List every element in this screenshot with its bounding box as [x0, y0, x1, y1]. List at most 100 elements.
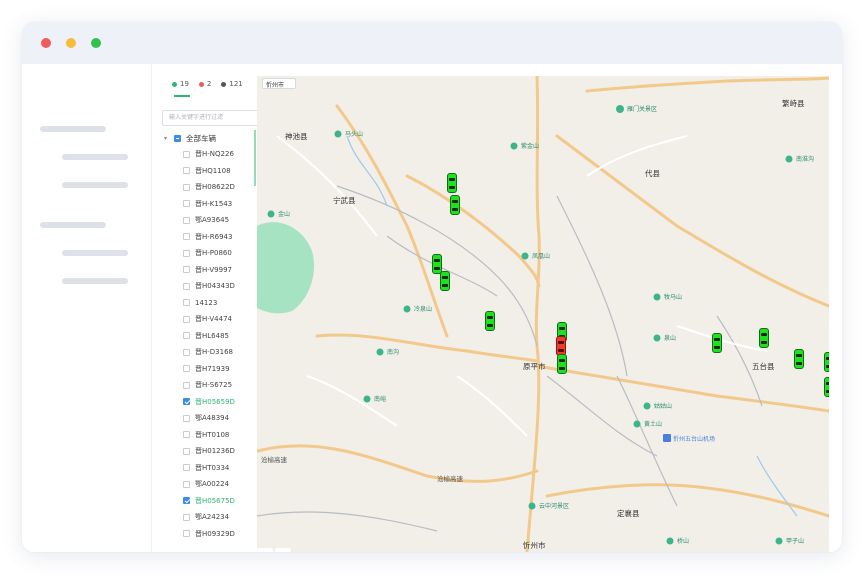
map-label: 南淮沟: [796, 155, 814, 163]
vehicle-tree-item[interactable]: 晋HT0108: [164, 427, 257, 444]
vehicle-panel: 19 2 121 ▾ 全部车辆 晋H-NQ226 晋HQ1108 晋H08622D 晋…: [152, 64, 260, 552]
vehicle-marker-icon[interactable]: [824, 377, 829, 397]
vehicle-checkbox[interactable]: [183, 464, 190, 472]
vehicle-plate-label: 晋H-NQ226: [195, 150, 234, 159]
vehicle-marker-icon[interactable]: [450, 195, 460, 215]
vehicle-checkbox[interactable]: [183, 266, 190, 274]
minimize-window-button[interactable]: [66, 38, 76, 48]
vehicle-tree-item[interactable]: 晋H-R6943: [164, 229, 257, 246]
map-label: 原平市: [523, 361, 546, 371]
vehicle-checkbox[interactable]: [183, 332, 190, 340]
maximize-window-button[interactable]: [91, 38, 101, 48]
vehicle-checkbox[interactable]: [183, 167, 190, 175]
map-label: 繁峙县: [782, 98, 805, 108]
vehicle-checkbox[interactable]: [183, 480, 190, 488]
vehicle-tree-item[interactable]: 晋H-S6725: [164, 377, 257, 394]
vehicle-tree-item[interactable]: 鄂A00224: [164, 476, 257, 493]
vehicle-checkbox[interactable]: [183, 530, 190, 538]
vehicle-marker-icon[interactable]: [447, 173, 457, 193]
vehicle-checkbox[interactable]: [183, 282, 190, 290]
vehicle-marker-icon[interactable]: [794, 349, 804, 369]
vehicle-tree-item[interactable]: 鄂A93645: [164, 212, 257, 229]
vehicle-tree-item[interactable]: 晋H-D3168: [164, 344, 257, 361]
vehicle-checkbox[interactable]: [183, 216, 190, 224]
map-tab[interactable]: [275, 548, 291, 552]
vehicle-tree-item[interactable]: 14123: [164, 295, 257, 312]
vehicle-checkbox[interactable]: [183, 299, 190, 307]
alarm-count[interactable]: 2: [198, 80, 211, 88]
tree-root-all-vehicles[interactable]: ▾ 全部车辆: [164, 130, 257, 146]
vehicle-tree-item[interactable]: 晋HT0334: [164, 460, 257, 477]
map-canvas[interactable]: 神池县 宁武县 代县 原平市 五台县 忻州市 定襄县 繁峙县 雁门关景区 马头山…: [257, 76, 829, 552]
vehicle-tree-item[interactable]: 晋HL6485: [164, 328, 257, 345]
map-label: 紫金山: [521, 142, 539, 150]
vehicle-checkbox[interactable]: [183, 233, 190, 241]
vehicle-checkbox[interactable]: [183, 381, 190, 389]
vehicle-tree-item[interactable]: 晋H-P0860: [164, 245, 257, 262]
vehicle-checkbox[interactable]: [183, 447, 190, 455]
vehicle-checkbox[interactable]: [183, 150, 190, 158]
online-count[interactable]: 19: [172, 80, 189, 88]
vehicle-checkbox[interactable]: [183, 497, 190, 505]
vehicle-checkbox[interactable]: [183, 365, 190, 373]
vehicle-plate-label: 晋HT0108: [195, 430, 230, 439]
vehicle-checkbox[interactable]: [183, 200, 190, 208]
nav-item-placeholder[interactable]: [40, 222, 106, 228]
vehicle-plate-label: 鄂A24234: [195, 513, 230, 522]
vehicle-tree-item[interactable]: 晋H05659D: [164, 394, 257, 411]
vehicle-marker-icon[interactable]: [824, 352, 829, 372]
vehicle-plate-label: 晋H05659D: [195, 397, 235, 406]
vehicle-tree-item[interactable]: 鄂A24234: [164, 509, 257, 526]
vehicle-checkbox[interactable]: [183, 348, 190, 356]
vehicle-checkbox[interactable]: [183, 398, 190, 406]
vehicle-checkbox[interactable]: [183, 513, 190, 521]
vehicle-checkbox[interactable]: [183, 315, 190, 323]
vehicle-plate-label: 晋H-K1543: [195, 199, 233, 208]
tree-scrollbar[interactable]: [254, 130, 256, 186]
vehicle-marker-icon[interactable]: [485, 311, 495, 331]
vehicle-tree-item[interactable]: 晋H05675D: [164, 493, 257, 510]
nav-subitem-placeholder[interactable]: [62, 182, 128, 188]
vehicle-tree-item[interactable]: 晋H-V9997: [164, 262, 257, 279]
map-label: 凤凰山: [532, 252, 550, 260]
vehicle-checkbox[interactable]: [183, 249, 190, 257]
nav-subitem-placeholder[interactable]: [62, 278, 128, 284]
close-window-button[interactable]: [41, 38, 51, 48]
vehicle-marker-icon[interactable]: [712, 333, 722, 353]
vehicle-marker-icon[interactable]: [440, 271, 450, 291]
vehicle-tree-item[interactable]: 晋H04343D: [164, 278, 257, 295]
vehicle-plate-label: 晋HT0334: [195, 463, 230, 472]
vehicle-marker-icon[interactable]: [556, 336, 566, 356]
vehicle-tree-item[interactable]: 晋H-V4474: [164, 311, 257, 328]
vehicle-tree-item[interactable]: 鄂A48394: [164, 410, 257, 427]
alarm-status-dot: [198, 81, 204, 87]
nav-subitem-placeholder[interactable]: [62, 154, 128, 160]
vehicle-tree-item[interactable]: 晋HQ1108: [164, 163, 257, 180]
vehicle-tree-item[interactable]: 晋H09329D: [164, 526, 257, 543]
vehicle-checkbox[interactable]: [183, 183, 190, 191]
map-tab[interactable]: [257, 548, 273, 552]
map-view[interactable]: 神池县 宁武县 代县 原平市 五台县 忻州市 定襄县 繁峙县 雁门关景区 马头山…: [257, 76, 829, 552]
vehicle-marker-icon[interactable]: [759, 328, 769, 348]
map-label: 南沟: [387, 348, 399, 356]
vehicle-marker-icon[interactable]: [557, 354, 567, 374]
offline-status-dot: [221, 81, 227, 87]
root-checkbox[interactable]: [174, 134, 181, 142]
city-select[interactable]: 忻州市: [262, 78, 296, 89]
chevron-down-icon[interactable]: ▾: [164, 135, 174, 142]
vehicle-tree-item[interactable]: 晋H01236D: [164, 443, 257, 460]
vehicle-plate-label: 晋H-R6943: [195, 232, 233, 241]
vehicle-plate-label: 晋H-S6725: [195, 381, 233, 390]
vehicle-tree-item[interactable]: 晋H08622D: [164, 179, 257, 196]
vehicle-search-input[interactable]: [162, 110, 260, 126]
offline-count[interactable]: 121: [221, 80, 243, 88]
vehicle-tree-item[interactable]: 晋H-NQ226: [164, 146, 257, 163]
nav-item-placeholder[interactable]: [40, 126, 106, 132]
vehicle-checkbox[interactable]: [183, 431, 190, 439]
vehicle-plate-label: 晋H04343D: [195, 282, 235, 291]
vehicle-tree-item[interactable]: 晋H71939: [164, 361, 257, 378]
nav-subitem-placeholder[interactable]: [62, 250, 128, 256]
vehicle-checkbox[interactable]: [183, 414, 190, 422]
vehicle-plate-label: 晋HL6485: [195, 331, 229, 340]
vehicle-tree-item[interactable]: 晋H-K1543: [164, 196, 257, 213]
